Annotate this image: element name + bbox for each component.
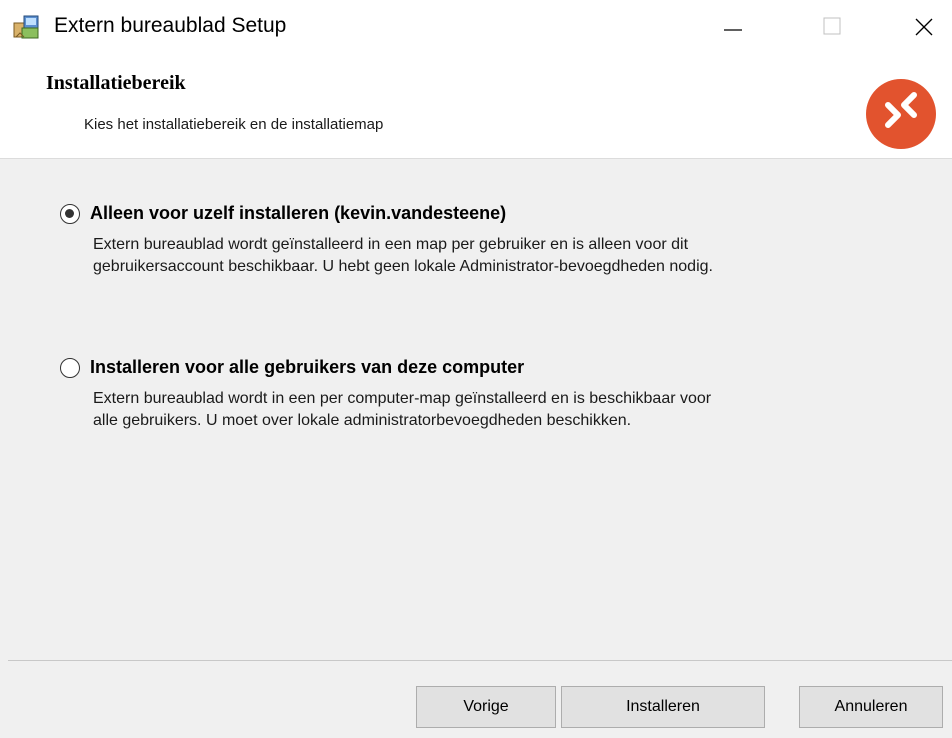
option-all-users-description-line1: Extern bureaublad wordt in een per compu… [93, 390, 712, 407]
install-button[interactable]: Installeren [561, 686, 765, 728]
cancel-button[interactable]: Annuleren [799, 686, 943, 728]
maximize-button[interactable] [810, 0, 870, 52]
title-bar: Extern bureaublad Setup [0, 0, 952, 52]
option-per-user-label[interactable]: Alleen voor uzelf installeren (kevin.van… [90, 203, 506, 224]
page-title: Installatiebereik [46, 72, 186, 94]
setup-package-icon [13, 15, 39, 39]
back-button[interactable]: Vorige [416, 686, 556, 728]
dialog-header: Installatiebereik Kies het installatiebe… [0, 52, 952, 159]
maximize-icon [823, 17, 841, 35]
option-all-users-description-line2: alle gebruikers. U moet over lokale admi… [93, 412, 632, 429]
option-per-user-description: Extern bureaublad wordt geïnstalleerd in… [93, 234, 893, 278]
remote-desktop-logo-icon [866, 79, 936, 149]
option-per-user-description-line1: Extern bureaublad wordt geïnstalleerd in… [93, 236, 689, 253]
radio-per-user[interactable] [60, 204, 80, 224]
close-icon [915, 18, 933, 36]
window-title: Extern bureaublad Setup [54, 14, 287, 37]
minimize-icon [724, 29, 742, 31]
option-per-user-description-line2: gebruikersaccount beschikbaar. U hebt ge… [93, 258, 713, 275]
page-subtitle: Kies het installatiebereik en de install… [84, 116, 384, 133]
footer-divider [8, 660, 952, 661]
close-button[interactable] [892, 0, 952, 52]
option-all-users-label[interactable]: Installeren voor alle gebruikers van dez… [90, 357, 524, 378]
minimize-button[interactable] [700, 0, 760, 52]
option-all-users-description: Extern bureaublad wordt in een per compu… [93, 388, 893, 432]
radio-all-users[interactable] [60, 358, 80, 378]
